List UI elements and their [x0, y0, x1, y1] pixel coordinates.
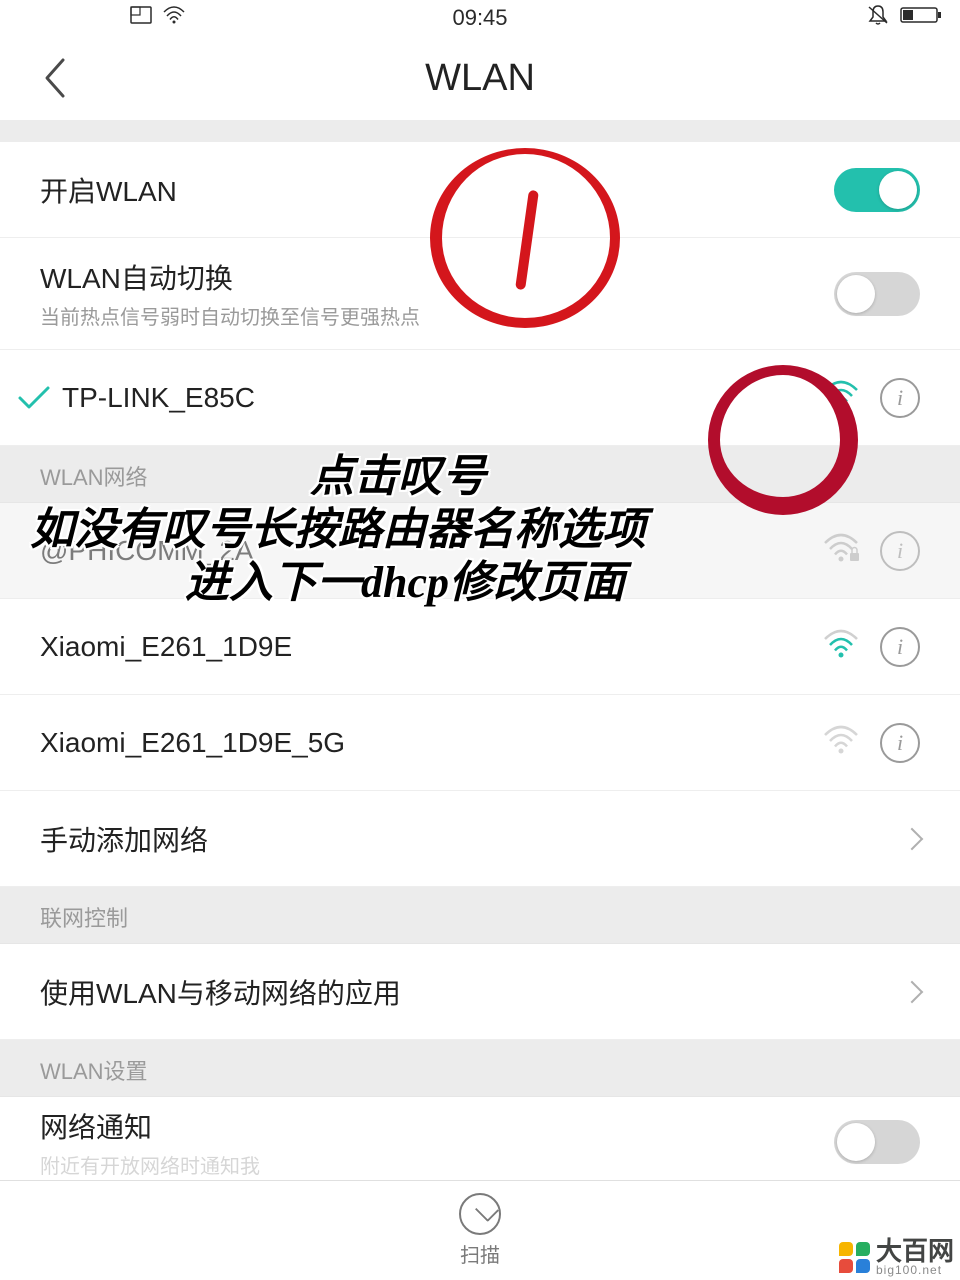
manual-add-row[interactable]: 手动添加网络 — [0, 791, 960, 887]
bottom-bar: 扫描 — [0, 1180, 960, 1280]
battery-icon — [900, 6, 942, 30]
watermark-url: big100.net — [876, 1264, 954, 1276]
scan-label[interactable]: 扫描 — [460, 1239, 500, 1268]
scan-icon[interactable] — [459, 1193, 501, 1235]
network-name: Xiaomi_E261_1D9E_5G — [40, 727, 822, 759]
connected-network-row[interactable]: TP-LINK_E85C i — [0, 350, 960, 446]
wifi-signal-icon — [822, 629, 860, 664]
back-button[interactable] — [30, 54, 78, 102]
wifi-lock-icon — [822, 533, 860, 568]
wlan-toggle[interactable] — [834, 168, 920, 212]
wlan-toggle-label: 开启WLAN — [40, 170, 834, 210]
nav-bar: WLAN — [0, 36, 960, 120]
connected-network-name: TP-LINK_E85C — [62, 382, 822, 414]
watermark-text: 大百网 — [876, 1238, 954, 1264]
watermark-logo-icon — [839, 1242, 870, 1273]
network-row[interactable]: @PHICOMM_2A i — [0, 503, 960, 599]
info-icon[interactable]: i — [880, 723, 920, 763]
app-network-label: 使用WLAN与移动网络的应用 — [40, 972, 904, 1012]
network-name: Xiaomi_E261_1D9E — [40, 631, 822, 663]
manual-add-label: 手动添加网络 — [40, 819, 904, 859]
info-icon[interactable]: i — [880, 531, 920, 571]
window-icon — [130, 6, 152, 30]
notify-sub: 附近有开放网络时通知我 — [40, 1150, 834, 1179]
status-time: 09:45 — [452, 5, 507, 31]
checkmark-icon — [12, 376, 56, 420]
control-section-header: 联网控制 — [0, 887, 960, 944]
network-row[interactable]: Xiaomi_E261_1D9E i — [0, 599, 960, 695]
settings-section-header: WLAN设置 — [0, 1040, 960, 1097]
auto-switch-toggle[interactable] — [834, 272, 920, 316]
network-row[interactable]: Xiaomi_E261_1D9E_5G i — [0, 695, 960, 791]
notify-label: 网络通知 — [40, 1106, 834, 1146]
auto-switch-sub: 当前热点信号弱时自动切换至信号更强热点 — [40, 301, 834, 330]
app-network-row[interactable]: 使用WLAN与移动网络的应用 — [0, 944, 960, 1040]
page-title: WLAN — [425, 57, 535, 100]
wlan-toggle-row[interactable]: 开启WLAN — [0, 142, 960, 238]
wifi-signal-icon — [822, 725, 860, 760]
status-bar: 09:45 — [0, 0, 960, 36]
wifi-status-icon — [162, 6, 186, 30]
auto-switch-label: WLAN自动切换 — [40, 257, 834, 297]
notify-toggle[interactable] — [834, 1120, 920, 1164]
chevron-left-icon — [41, 56, 67, 100]
chevron-right-icon — [901, 980, 924, 1003]
networks-section-header: WLAN网络 — [0, 446, 960, 503]
chevron-right-icon — [901, 827, 924, 850]
info-icon[interactable]: i — [880, 627, 920, 667]
auto-switch-row[interactable]: WLAN自动切换 当前热点信号弱时自动切换至信号更强热点 — [0, 238, 960, 350]
wifi-signal-icon — [822, 380, 860, 415]
watermark: 大百网 big100.net — [839, 1238, 954, 1276]
network-name: @PHICOMM_2A — [40, 535, 822, 567]
mute-icon — [866, 4, 890, 32]
info-icon[interactable]: i — [880, 378, 920, 418]
network-notify-row[interactable]: 网络通知 附近有开放网络时通知我 — [0, 1097, 960, 1187]
